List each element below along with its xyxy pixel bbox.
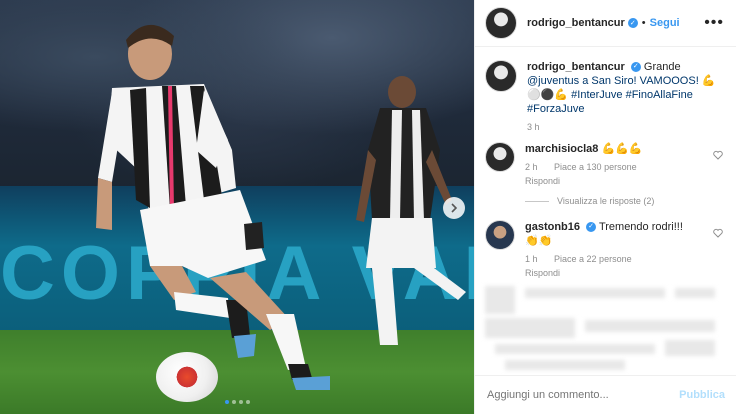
comment-time: 1 h <box>525 254 538 264</box>
caption-mention[interactable]: @juventus a San Siro! VAMOOOS! <box>527 75 699 87</box>
carousel-dot <box>245 400 250 404</box>
comment-meta: 2 h Piace a 130 persone Rispondi <box>525 160 715 188</box>
comment-body: marchisiocla8 💪💪💪 2 h Piace a 130 person… <box>525 142 715 208</box>
comments-list[interactable]: rodrigo_bentancur ✓ Grande @juventus a S… <box>475 48 736 374</box>
post-header: rodrigo_bentancur ✓ • Segui ••• <box>475 0 736 47</box>
verified-icon: ✓ <box>586 222 597 233</box>
caption-emoji-row: ⚪⚫💪 <box>527 89 572 101</box>
heart-icon[interactable] <box>713 150 723 160</box>
view-replies-button[interactable]: Visualizza le risposte (2) <box>525 194 715 208</box>
comment-text: Tremendo rodri!!! <box>598 221 683 233</box>
carousel-dot <box>231 400 236 404</box>
reply-button[interactable]: Rispondi <box>525 268 560 278</box>
caption-body: rodrigo_bentancur ✓ Grande @juventus a S… <box>527 60 717 134</box>
comment-username[interactable]: marchisiocla8 <box>525 143 598 155</box>
heart-icon[interactable] <box>713 228 723 238</box>
caption-time: 3 h <box>527 122 540 132</box>
comment-likes[interactable]: Piace a 22 persone <box>554 254 632 264</box>
avatar[interactable] <box>485 7 517 39</box>
verified-icon: ✓ <box>630 62 641 73</box>
comment-meta: 1 h Piace a 22 persone Rispondi <box>525 252 715 280</box>
comment-input[interactable] <box>487 389 667 401</box>
comment-body: gastonb16 ✓ Tremendo rodri!!! 👏👏 1 h Pia… <box>525 220 715 280</box>
post-photo[interactable]: COPPIA VAM <box>0 0 474 414</box>
separator-dot: • <box>641 17 646 29</box>
chevron-right-icon <box>451 203 458 213</box>
post-sidebar: rodrigo_bentancur ✓ • Segui ••• rodrigo_… <box>474 0 736 414</box>
next-photo-button[interactable] <box>443 197 465 219</box>
comment-item: marchisiocla8 💪💪💪 2 h Piace a 130 person… <box>485 142 715 208</box>
verified-icon: ✓ <box>627 18 638 28</box>
main-player <box>96 24 330 390</box>
comment-likes[interactable]: Piace a 130 persone <box>554 162 637 172</box>
caption-hashtag[interactable]: #ForzaJuve <box>527 103 584 115</box>
reply-button[interactable]: Rispondi <box>525 176 560 186</box>
avatar[interactable] <box>485 142 515 172</box>
avatar[interactable] <box>485 60 517 92</box>
more-options-icon[interactable]: ••• <box>704 14 724 32</box>
caption: rodrigo_bentancur ✓ Grande @juventus a S… <box>485 60 717 134</box>
follow-button[interactable]: Segui <box>650 17 680 29</box>
football <box>156 352 218 402</box>
comment-emojis: 💪💪💪 <box>601 143 643 155</box>
caption-hashtags[interactable]: #InterJuve #FinoAllaFine <box>571 89 693 101</box>
avatar[interactable] <box>485 220 515 250</box>
caption-text: Grande <box>643 61 681 73</box>
comment-time: 2 h <box>525 162 538 172</box>
author-username[interactable]: rodrigo_bentancur <box>527 17 625 29</box>
comment-item: gastonb16 ✓ Tremendo rodri!!! 👏👏 1 h Pia… <box>485 220 715 280</box>
caption-emoji: 💪 <box>701 75 716 87</box>
post-viewer: COPPIA VAM <box>0 0 736 414</box>
carousel-dot <box>224 400 229 404</box>
comment-username[interactable]: gastonb16 <box>525 221 580 233</box>
caption-username[interactable]: rodrigo_bentancur <box>527 61 625 73</box>
carousel-indicator <box>0 400 474 404</box>
publish-button[interactable]: Pubblica <box>679 389 725 401</box>
comment-composer: Pubblica <box>475 375 736 414</box>
comment-emojis: 👏👏 <box>525 235 553 247</box>
carousel-dot <box>238 400 243 404</box>
